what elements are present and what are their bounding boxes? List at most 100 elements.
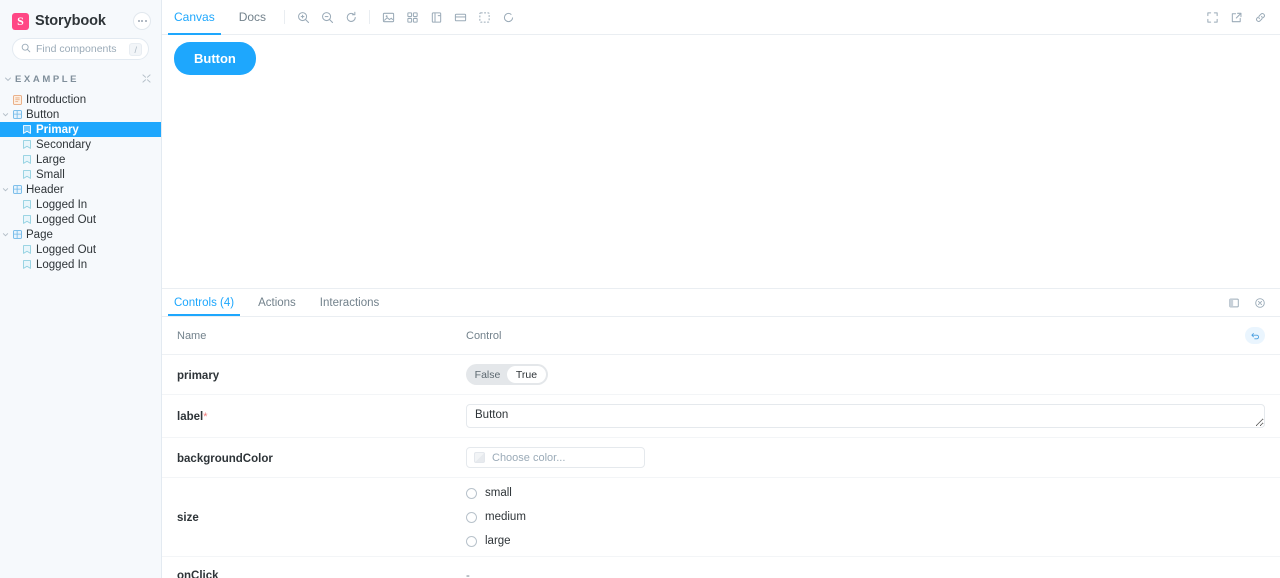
chevron-down-icon[interactable]: [0, 111, 10, 118]
tab-controls[interactable]: Controls (4): [162, 289, 246, 316]
sidebar-item-label: Page: [26, 228, 53, 241]
control-name: label: [177, 411, 204, 423]
zoom-in-icon[interactable]: [291, 5, 315, 29]
zoom-reset-icon[interactable]: [339, 5, 363, 29]
outline-icon[interactable]: [472, 5, 496, 29]
search-input[interactable]: [36, 43, 125, 55]
tab-interactions[interactable]: Interactions: [308, 289, 391, 316]
brand[interactable]: S Storybook: [12, 12, 106, 30]
zoom-out-icon[interactable]: [315, 5, 339, 29]
measure-icon[interactable]: [424, 5, 448, 29]
column-header-name: Name: [162, 317, 451, 355]
color-input-backgroundColor[interactable]: Choose color...: [466, 447, 645, 468]
chevron-down-icon[interactable]: [0, 231, 10, 238]
background-icon[interactable]: [376, 5, 400, 29]
undo-icon[interactable]: [1245, 327, 1265, 344]
chevron-down-icon[interactable]: [0, 186, 10, 193]
sidebar-item-large[interactable]: Large: [0, 152, 161, 167]
sidebar-item-logged-in[interactable]: Logged In: [0, 257, 161, 272]
sidebar-item-label: Logged Out: [36, 243, 97, 256]
canvas-toolbar: Canvas Docs: [162, 0, 1280, 35]
sidebar-item-label: Button: [26, 108, 60, 121]
radio-option-label: large: [485, 535, 511, 547]
sidebar-item-primary[interactable]: Primary: [0, 122, 161, 137]
story-icon: [20, 245, 34, 254]
sidebar-item-label: Logged In: [36, 198, 88, 211]
sidebar-item-button[interactable]: Button: [0, 107, 161, 122]
control-row-size: size small medium large: [162, 477, 1280, 557]
sidebar-item-secondary[interactable]: Secondary: [0, 137, 161, 152]
search-box[interactable]: /: [12, 38, 149, 60]
sidebar: S Storybook /: [0, 0, 162, 578]
story-icon: [20, 200, 34, 209]
open-new-tab-icon[interactable]: [1224, 5, 1248, 29]
story-icon: [20, 215, 34, 224]
column-header-control: Control: [451, 317, 1280, 355]
component-tree: Introduction Button Primary Secondary Large S…: [0, 92, 161, 272]
radio-option-label: medium: [485, 511, 526, 523]
ellipsis-icon[interactable]: [133, 12, 151, 30]
sidebar-header: S Storybook: [0, 0, 161, 36]
radio-option-small[interactable]: small: [466, 487, 1265, 499]
sidebar-item-logged-out[interactable]: Logged Out: [0, 242, 161, 257]
sidebar-item-logged-out[interactable]: Logged Out: [0, 212, 161, 227]
radio-option-large[interactable]: large: [466, 535, 1265, 547]
sidebar-item-header[interactable]: Header: [0, 182, 161, 197]
section-header-example[interactable]: EXAMPLE: [0, 60, 161, 92]
tab-actions[interactable]: Actions: [246, 289, 308, 316]
control-widget-cell: small medium large: [451, 477, 1280, 557]
section-header-left: EXAMPLE: [4, 70, 79, 88]
sidebar-item-label: Introduction: [26, 93, 87, 106]
viewport-icon[interactable]: [448, 5, 472, 29]
control-widget-cell: Choose color...: [451, 437, 1280, 478]
sidebar-item-logged-in[interactable]: Logged In: [0, 197, 161, 212]
sidebar-item-label: Logged Out: [36, 213, 97, 226]
control-name-cell: primary: [162, 354, 451, 395]
control-name-cell: onClick: [162, 556, 451, 578]
text-input-label[interactable]: [466, 404, 1265, 428]
radio-button-icon[interactable]: [466, 535, 477, 547]
collapse-all-icon[interactable]: [142, 70, 151, 88]
copy-link-icon[interactable]: [1248, 5, 1272, 29]
close-panel-icon[interactable]: [1248, 291, 1272, 315]
sidebar-item-introduction[interactable]: Introduction: [0, 92, 161, 107]
component-icon: [10, 230, 24, 239]
addon-panel: Controls (4) Actions Interactions Name C…: [162, 289, 1280, 578]
radio-button-icon[interactable]: [466, 487, 477, 499]
toggle-option-false[interactable]: False: [468, 366, 507, 383]
story-icon: [20, 170, 34, 179]
grid-icon[interactable]: [400, 5, 424, 29]
sidebar-item-label: Large: [36, 153, 66, 166]
storybook-app: S Storybook /: [0, 0, 1280, 578]
controls-table-body: primary FalseTrue label* backgroundColor Cho…: [162, 354, 1280, 578]
story-icon: [20, 140, 34, 149]
sidebar-item-label: Small: [36, 168, 65, 181]
tab-docs[interactable]: Docs: [227, 0, 278, 35]
color-placeholder: Choose color...: [492, 451, 566, 464]
story-icon: [20, 125, 34, 134]
document-icon: [10, 94, 24, 105]
sidebar-item-page[interactable]: Page: [0, 227, 161, 242]
view-tools: [376, 5, 520, 29]
control-name-cell: size: [162, 477, 451, 557]
canvas-tabs: Canvas Docs: [162, 0, 278, 35]
radio-button-icon[interactable]: [466, 511, 477, 523]
radio-option-medium[interactable]: medium: [466, 511, 1265, 523]
toggle-option-true[interactable]: True: [507, 366, 546, 383]
color-swatch-icon[interactable]: [474, 452, 485, 463]
panel-position-icon[interactable]: [1222, 291, 1246, 315]
tab-canvas[interactable]: Canvas: [162, 0, 227, 35]
controls-table-head: Name Control: [162, 317, 1280, 355]
control-widget-cell: -: [451, 556, 1280, 578]
fullscreen-icon[interactable]: [1200, 5, 1224, 29]
search-wrap: /: [0, 36, 161, 60]
sidebar-item-small[interactable]: Small: [0, 167, 161, 182]
refresh-icon[interactable]: [496, 5, 520, 29]
control-name-cell: backgroundColor: [162, 437, 451, 478]
radio-option-label: small: [485, 487, 512, 499]
story-button[interactable]: Button: [174, 42, 256, 75]
chevron-down-icon: [4, 70, 12, 88]
control-row-backgroundColor: backgroundColor Choose color...: [162, 437, 1280, 478]
boolean-toggle-primary[interactable]: False True: [466, 364, 548, 385]
toolbar-separator-2: [369, 10, 371, 24]
